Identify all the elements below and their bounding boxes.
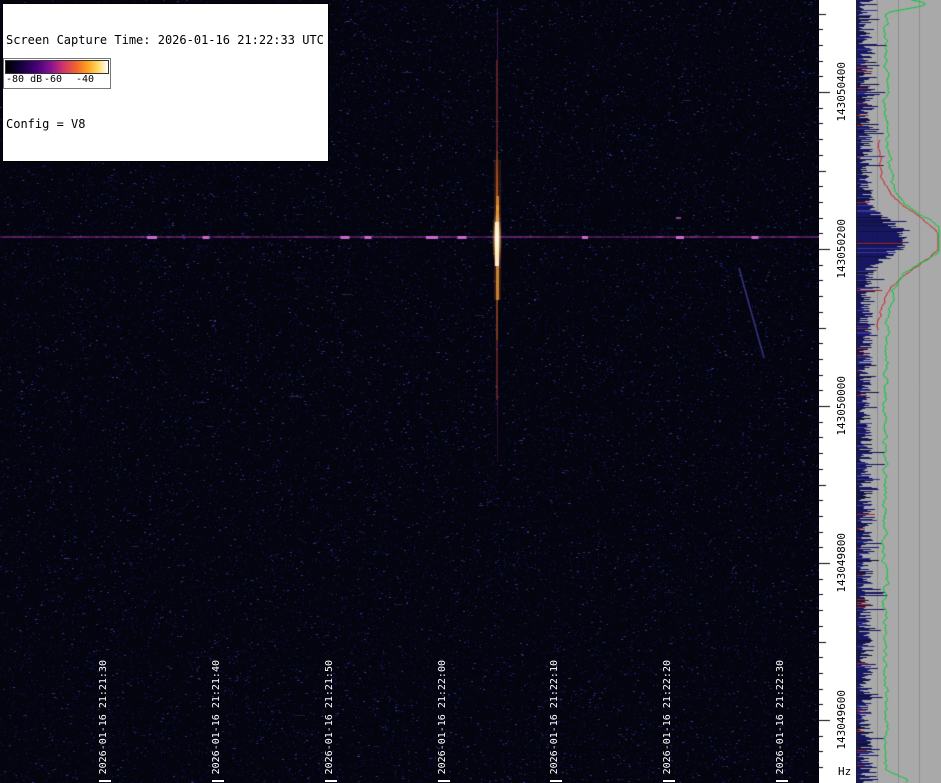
capture-time-text: Screen Capture Time: 2026-01-16 21:22:33… <box>6 33 324 47</box>
frequency-axis-ruler: 143050400 143050200 143050000 143049800 1430… <box>819 0 856 783</box>
intensity-colorbar: -80 dB -60 -40 <box>3 58 111 89</box>
frequency-tick-label: 143050200 <box>835 219 848 279</box>
frequency-tick-marks <box>819 0 835 783</box>
colorbar-gradient <box>5 60 109 74</box>
frequency-tick-label: 143049800 <box>835 533 848 593</box>
colorbar-label-mid: -60 <box>44 74 63 85</box>
spectrum-graph-panel <box>856 0 941 783</box>
frequency-tick-label: 143050400 <box>835 62 848 122</box>
frequency-tick-label: 143049600 <box>835 690 848 750</box>
colorbar-labels: -80 dB -60 -40 <box>4 74 110 87</box>
spectrum-waterfall-screen: 2026-01-16 21:21:30 2026-01-16 21:21:40 20… <box>0 0 941 783</box>
colorbar-label-max: -40 <box>76 74 95 85</box>
frequency-unit-label: Hz <box>838 765 852 778</box>
frequency-tick-label: 143050000 <box>835 376 848 436</box>
colorbar-label-min: -80 dB <box>6 74 43 85</box>
config-text: Config = V8 <box>6 117 86 131</box>
